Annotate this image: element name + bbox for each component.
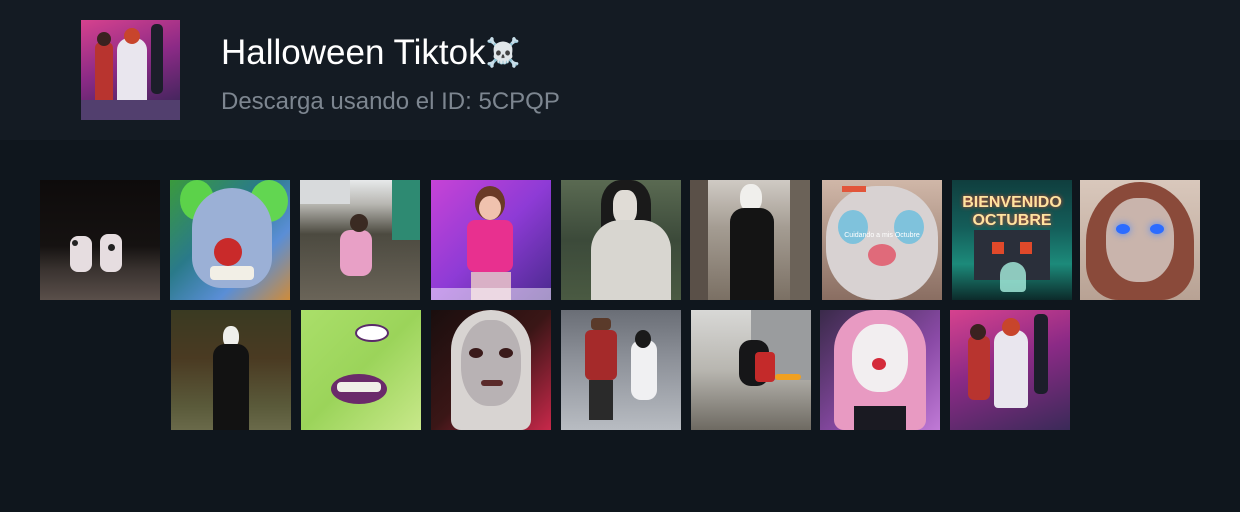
video-thumbnail[interactable] [690,180,810,300]
video-grid: Cuidando a mis Octubre BIENVENIDO OCTUBR… [0,0,1240,512]
video-caption-text: BIENVENIDO OCTUBRE [962,194,1062,229]
video-thumbnail[interactable] [820,310,940,430]
video-thumbnail[interactable] [691,310,811,430]
video-thumbnail[interactable] [171,310,291,430]
video-thumbnail[interactable] [170,180,290,300]
video-thumbnail[interactable] [431,180,551,300]
video-thumbnail[interactable] [561,180,681,300]
video-thumbnail[interactable] [301,310,421,430]
video-thumbnail[interactable]: BIENVENIDO OCTUBRE [952,180,1072,300]
video-thumbnail[interactable] [40,180,160,300]
video-thumbnail[interactable] [300,180,420,300]
video-thumbnail[interactable] [950,310,1070,430]
video-thumbnail[interactable] [1080,180,1200,300]
video-thumbnail[interactable] [561,310,681,430]
video-caption-text: Cuidando a mis Octubre [844,232,920,239]
video-thumbnail[interactable] [431,310,551,430]
video-thumbnail[interactable]: Cuidando a mis Octubre [822,180,942,300]
